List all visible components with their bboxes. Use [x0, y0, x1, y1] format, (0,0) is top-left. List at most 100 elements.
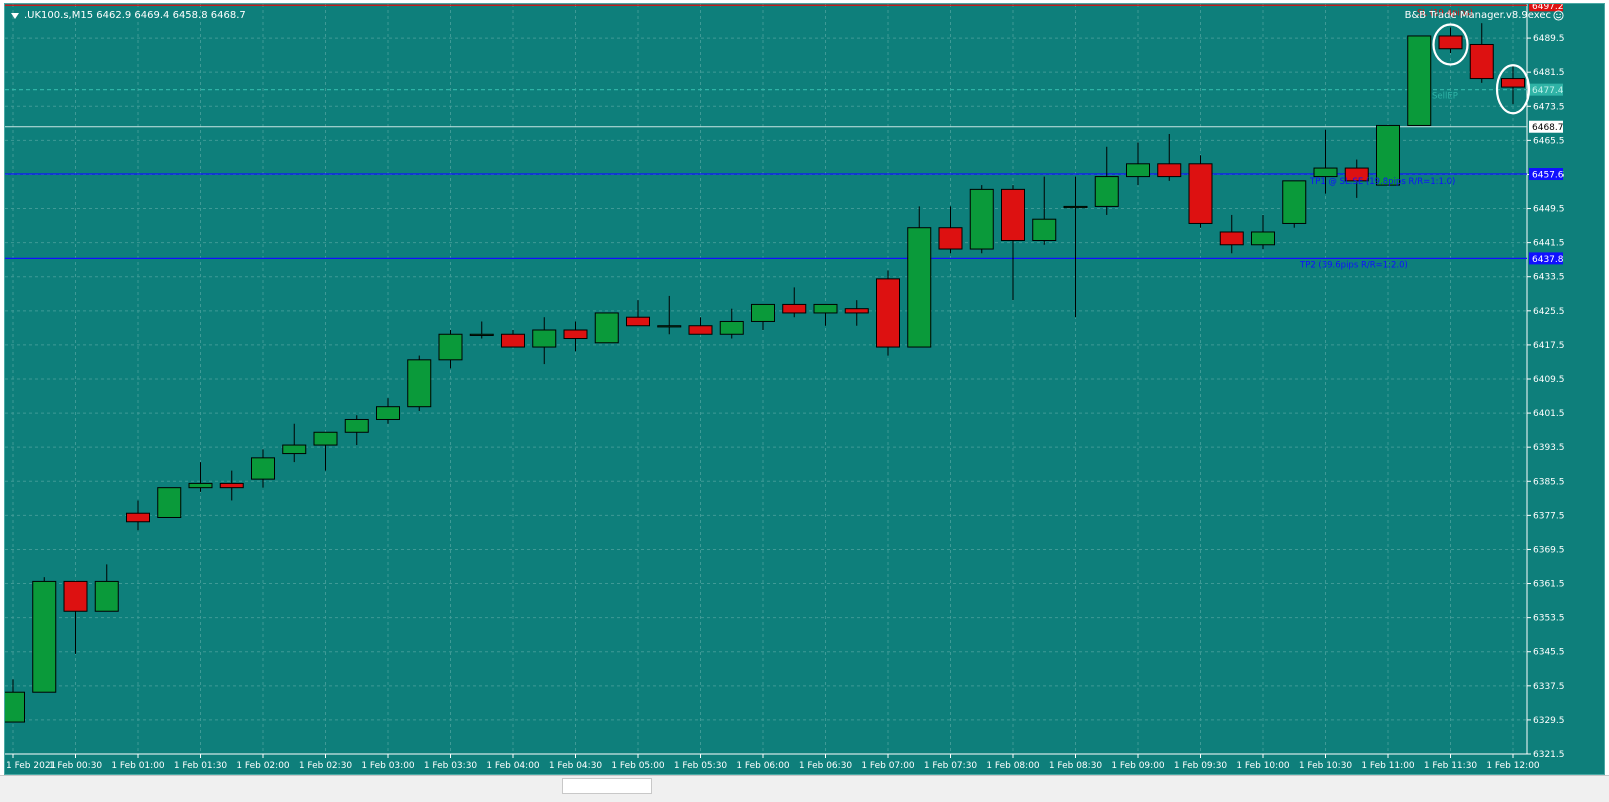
y-axis-tick-label: 6409.5: [1533, 375, 1565, 385]
candle-bullish[interactable]: [157, 487, 182, 518]
x-axis-tick-label: 1 Feb 08:30: [1049, 761, 1103, 771]
y-axis-tick-label: 6353.5: [1533, 614, 1565, 624]
candle-bullish[interactable]: [1407, 35, 1432, 126]
x-axis-tick-label: 1 Feb 01:00: [111, 761, 165, 771]
candle-bullish[interactable]: [5, 691, 25, 723]
price-chart[interactable]: 6321.5 6329.5 6337.5 6345.5 6353.5 6361.5 6369…: [5, 4, 1606, 776]
x-axis-tick-label: 1 Feb 07:00: [861, 761, 915, 771]
candle-bearish[interactable]: [688, 325, 713, 335]
candle-bullish[interactable]: [469, 333, 494, 336]
x-axis-tick-label: 1 Feb 11:30: [1424, 761, 1478, 771]
candle-bearish[interactable]: [63, 580, 88, 612]
expert-advisor-label: B&B Trade Manager.v8.9exec: [1405, 10, 1564, 21]
candle-bullish[interactable]: [251, 457, 275, 480]
candle-bearish[interactable]: [1219, 231, 1244, 246]
candle-bearish[interactable]: [1157, 163, 1182, 178]
x-axis-tick-label: 1 Feb 04:00: [486, 761, 540, 771]
candle-bearish[interactable]: [219, 482, 244, 489]
x-axis-tick-label: 1 Feb 02:00: [236, 761, 290, 771]
x-axis-tick-label: 1 Feb 12:00: [1486, 761, 1540, 771]
x-axis-tick-label: 1 Feb 01:30: [174, 761, 228, 771]
candle-bullish[interactable]: [376, 406, 400, 420]
expert-advisor-name: B&B Trade Manager.v8.9exec: [1404, 10, 1551, 21]
y-axis-tick-label: 6441.5: [1533, 239, 1565, 249]
candle-bearish[interactable]: [1501, 78, 1525, 88]
x-axis-tick-label: 1 Feb 03:00: [361, 761, 415, 771]
candle-bullish[interactable]: [438, 333, 463, 361]
x-axis-tick-label: 1 Feb 09:30: [1174, 761, 1228, 771]
x-axis-tick-label: 1 Feb 00:30: [49, 761, 103, 771]
candle-bullish[interactable]: [94, 580, 119, 612]
candle-bullish[interactable]: [1282, 180, 1307, 224]
candle-bearish[interactable]: [1438, 35, 1463, 50]
y-axis-tick-label: 6361.5: [1533, 580, 1565, 590]
candle-bullish[interactable]: [907, 227, 932, 348]
candle-bearish[interactable]: [126, 512, 150, 523]
smiley-icon: [1553, 10, 1564, 21]
tp1-price-label: 6457.6: [1532, 171, 1564, 181]
entry-annotation-text: SellEP: [1432, 92, 1458, 102]
candle-bullish[interactable]: [969, 188, 994, 250]
y-axis-tick-label: 6449.5: [1533, 205, 1565, 215]
y-axis-tick-label: 6433.5: [1533, 273, 1565, 283]
candle-bearish[interactable]: [501, 333, 525, 348]
symbol-ohlc-text: .UK100.s,M15 6462.9 6469.4 6458.8 6468.7: [24, 10, 246, 21]
candle-bullish[interactable]: [313, 431, 338, 446]
candle-bullish[interactable]: [188, 482, 213, 489]
candle-bullish[interactable]: [32, 580, 57, 693]
candle-bullish[interactable]: [657, 325, 682, 328]
y-axis-tick-label: 6489.5: [1533, 34, 1565, 44]
candle-bearish[interactable]: [626, 316, 650, 327]
candle-bullish[interactable]: [751, 303, 775, 322]
candle-bullish[interactable]: [344, 418, 369, 433]
candle-bullish[interactable]: [1251, 231, 1275, 246]
tp1-annotation-text: TP1 @ SL.SE (19.8pips R/R=1:1.0): [1309, 177, 1455, 187]
x-axis-tick-label: 1 Feb 03:30: [424, 761, 478, 771]
candle-bullish[interactable]: [1313, 167, 1338, 178]
y-axis-tick-label: 6401.5: [1533, 409, 1565, 419]
candle-bullish[interactable]: [1094, 176, 1119, 207]
candle-bearish[interactable]: [876, 278, 900, 348]
tp2-price-label: 6437.8: [1532, 255, 1564, 265]
candle-bullish[interactable]: [282, 444, 307, 455]
y-axis-tick-label: 6385.5: [1533, 477, 1565, 487]
chart-menu-triangle-icon[interactable]: [11, 12, 19, 19]
y-axis-tick-label: 6465.5: [1533, 136, 1565, 146]
chart-tabs-bar: [0, 775, 1609, 802]
candle-bearish[interactable]: [1188, 163, 1213, 224]
tp2-annotation-text: TP2 (39.6pips R/R=1:2.0): [1299, 260, 1408, 270]
candle-bearish[interactable]: [1469, 43, 1494, 80]
candle-bearish[interactable]: [1001, 188, 1025, 242]
candle-bullish[interactable]: [594, 312, 619, 344]
chart-tab[interactable]: [562, 778, 652, 794]
x-axis-tick-label: 1 Feb 10:30: [1299, 761, 1353, 771]
candle-bullish[interactable]: [1063, 205, 1088, 209]
symbol-header[interactable]: .UK100.s,M15 6462.9 6469.4 6458.8 6468.7: [11, 10, 246, 21]
candle-bearish[interactable]: [563, 329, 588, 340]
candle-bearish[interactable]: [938, 227, 963, 250]
candle-bullish[interactable]: [1032, 218, 1057, 242]
y-axis-tick-label: 6337.5: [1533, 682, 1565, 692]
x-axis-tick-label: 1 Feb 09:00: [1111, 761, 1165, 771]
entry-price-label: 6477.4: [1532, 86, 1564, 96]
y-axis-tick-label: 6473.5: [1533, 102, 1565, 112]
y-axis-tick-label: 6417.5: [1533, 341, 1565, 351]
current-price-label: 6468.7: [1532, 123, 1564, 133]
candle-bearish[interactable]: [782, 303, 807, 314]
x-axis-tick-label: 1 Feb 02:30: [299, 761, 353, 771]
candle-bullish[interactable]: [719, 320, 744, 335]
candle-bullish[interactable]: [1126, 163, 1150, 178]
candle-bearish[interactable]: [844, 308, 869, 314]
x-axis-tick-label: 1 Feb 04:30: [549, 761, 603, 771]
x-axis-tick-label: 1 Feb 05:30: [674, 761, 728, 771]
candle-bullish[interactable]: [532, 329, 557, 348]
x-axis-tick-label: 1 Feb 07:30: [924, 761, 978, 771]
candle-bullish[interactable]: [813, 303, 838, 314]
x-axis-tick-label: 1 Feb 11:00: [1361, 761, 1415, 771]
y-axis-tick-label: 6329.5: [1533, 716, 1565, 726]
y-axis-tick-label: 6369.5: [1533, 545, 1565, 555]
y-axis-tick-label: 6321.5: [1533, 750, 1565, 760]
chart-window[interactable]: 6321.5 6329.5 6337.5 6345.5 6353.5 6361.5 6369…: [4, 3, 1605, 775]
candle-bullish[interactable]: [407, 359, 432, 408]
y-axis-tick-label: 6393.5: [1533, 443, 1565, 453]
